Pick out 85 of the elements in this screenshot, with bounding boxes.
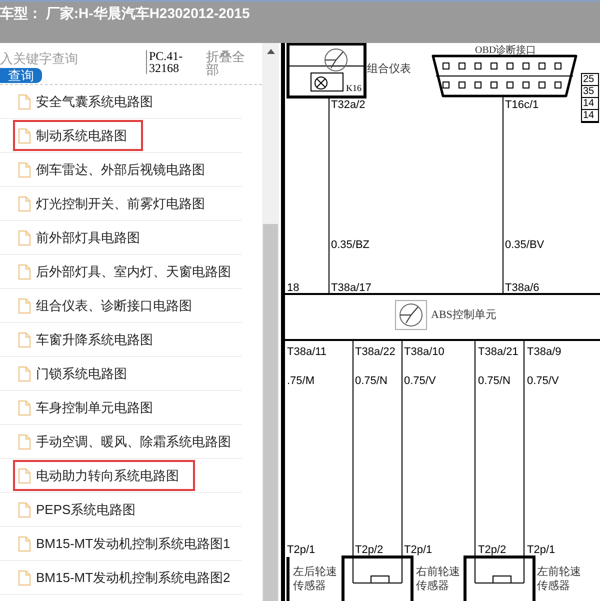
- wire-label: 0.75/V: [404, 376, 436, 387]
- document-icon: [18, 434, 31, 450]
- table-cell: 35: [582, 86, 598, 98]
- item-label: PEPS系统电路图: [36, 500, 136, 519]
- document-icon: [18, 332, 31, 348]
- wire-label: T2p/1: [527, 545, 556, 556]
- part-code: PC.41-32168: [146, 50, 202, 74]
- wire-label: T38a/11: [287, 347, 327, 358]
- component-label: OBD诊断接口: [475, 44, 536, 58]
- item-label: 车身控制单元电路图: [36, 398, 153, 417]
- item-label: BM15-MT发动机控制系统电路图2: [36, 568, 230, 587]
- list-item[interactable]: 倒车雷达、外部后视镜电路图: [0, 153, 242, 187]
- item-label: BM15-MT发动机控制系统电路图1: [36, 534, 230, 553]
- sensor-label: 右前轮速传感器: [416, 565, 461, 593]
- item-label: 安全气囊系统电路图: [36, 92, 153, 111]
- document-icon: [18, 264, 31, 280]
- document-icon: [18, 570, 31, 586]
- document-icon: [18, 400, 31, 416]
- wire-label: 0.75/N: [355, 376, 388, 387]
- table-cell: 25: [582, 74, 598, 86]
- document-icon: [18, 536, 31, 552]
- sensor-label: 左后轮速传感器: [293, 565, 338, 593]
- wire-label: 0.35/BV: [505, 240, 544, 251]
- item-label: 电动助力转向系统电路图: [36, 466, 179, 485]
- document-icon: [18, 298, 31, 314]
- document-icon: [18, 366, 31, 382]
- wire-label: T2p/2: [478, 545, 506, 556]
- wire-label: T38a/22: [355, 347, 396, 358]
- list-item[interactable]: 制动系统电路图: [0, 119, 242, 153]
- component-label: ABS控制单元: [431, 308, 496, 323]
- scrollbar[interactable]: [262, 43, 279, 601]
- list-item[interactable]: 前外部灯具电路图: [0, 221, 242, 255]
- document-icon: [18, 196, 31, 212]
- table-cell: 14: [582, 110, 598, 122]
- document-icon: [18, 230, 31, 246]
- wire-label: 0.75/V: [527, 376, 559, 387]
- list-item[interactable]: 后外部灯具、室内灯、天窗电路图: [0, 255, 242, 289]
- item-label: 前外部灯具电路图: [36, 228, 140, 247]
- table-cell: 14: [582, 98, 598, 110]
- component-code: K16: [346, 82, 362, 95]
- list-item[interactable]: 电动助力转向系统电路图: [0, 459, 242, 493]
- list-item[interactable]: BM15-MT发动机控制系统电路图2: [0, 561, 242, 595]
- item-label: 车窗升降系统电路图: [36, 330, 153, 349]
- wire-label: T38a/6: [505, 283, 540, 294]
- wire-label: T2p/1: [404, 545, 432, 556]
- wire-label: 18: [287, 283, 300, 294]
- item-label: 灯光控制开关、前雾灯电路图: [36, 194, 205, 213]
- item-label: 倒车雷达、外部后视镜电路图: [36, 160, 205, 179]
- wire-label: T38a/21: [478, 347, 518, 358]
- wire-label: 0.35/BZ: [331, 240, 370, 251]
- component-label: 组合仪表: [367, 62, 411, 77]
- wire-label: T2p/2: [355, 545, 384, 556]
- item-label: 后外部灯具、室内灯、天窗电路图: [36, 262, 231, 281]
- document-icon: [18, 162, 31, 178]
- wire-label: 0.75/N: [478, 376, 510, 387]
- list-item[interactable]: 门锁系统电路图: [0, 357, 242, 391]
- list-item[interactable]: 车身控制单元电路图: [0, 391, 242, 425]
- collapse-all-button[interactable]: 折叠全部: [206, 50, 250, 76]
- wire-label: T32a/2: [331, 100, 366, 111]
- list-item[interactable]: 组合仪表、诊断接口电路图: [0, 289, 242, 323]
- item-label: 手动空调、暖风、除霜系统电路图: [36, 432, 231, 451]
- sensor-label: 左前轮速传感器: [537, 565, 582, 593]
- search-button[interactable]: 查询: [0, 68, 42, 83]
- list-item[interactable]: 安全气囊系统电路图: [0, 85, 242, 119]
- wire-label: T38a/10: [404, 347, 444, 358]
- wire-label: .75/M: [287, 376, 315, 387]
- list-item[interactable]: 灯光控制开关、前雾灯电路图: [0, 187, 242, 221]
- document-icon: [18, 502, 31, 518]
- wire-label: T38a/17: [331, 283, 372, 294]
- list-item[interactable]: PEPS系统电路图: [0, 493, 242, 527]
- scrollbar-thumb[interactable]: [263, 224, 278, 601]
- item-label: 组合仪表、诊断接口电路图: [36, 296, 192, 315]
- scroll-up-arrow-icon[interactable]: [266, 49, 274, 54]
- item-label: 制动系统电路图: [36, 126, 127, 145]
- list-item[interactable]: 车窗升降系统电路图: [0, 323, 242, 357]
- window-title: 车型： 厂家:H-华晨汽车H2302012-2015: [0, 4, 251, 20]
- list-item[interactable]: BM15-MT发动机控制系统电路图1: [0, 527, 242, 561]
- wire-label: T38a/9: [527, 347, 562, 358]
- wire-label: T16c/1: [505, 100, 539, 111]
- item-label: 门锁系统电路图: [36, 364, 127, 383]
- list-item[interactable]: 手动空调、暖风、除霜系统电路图: [0, 425, 242, 459]
- document-icon: [18, 468, 31, 484]
- document-icon: [18, 94, 31, 110]
- document-icon: [18, 128, 31, 144]
- wire-label: T2p/1: [287, 545, 316, 556]
